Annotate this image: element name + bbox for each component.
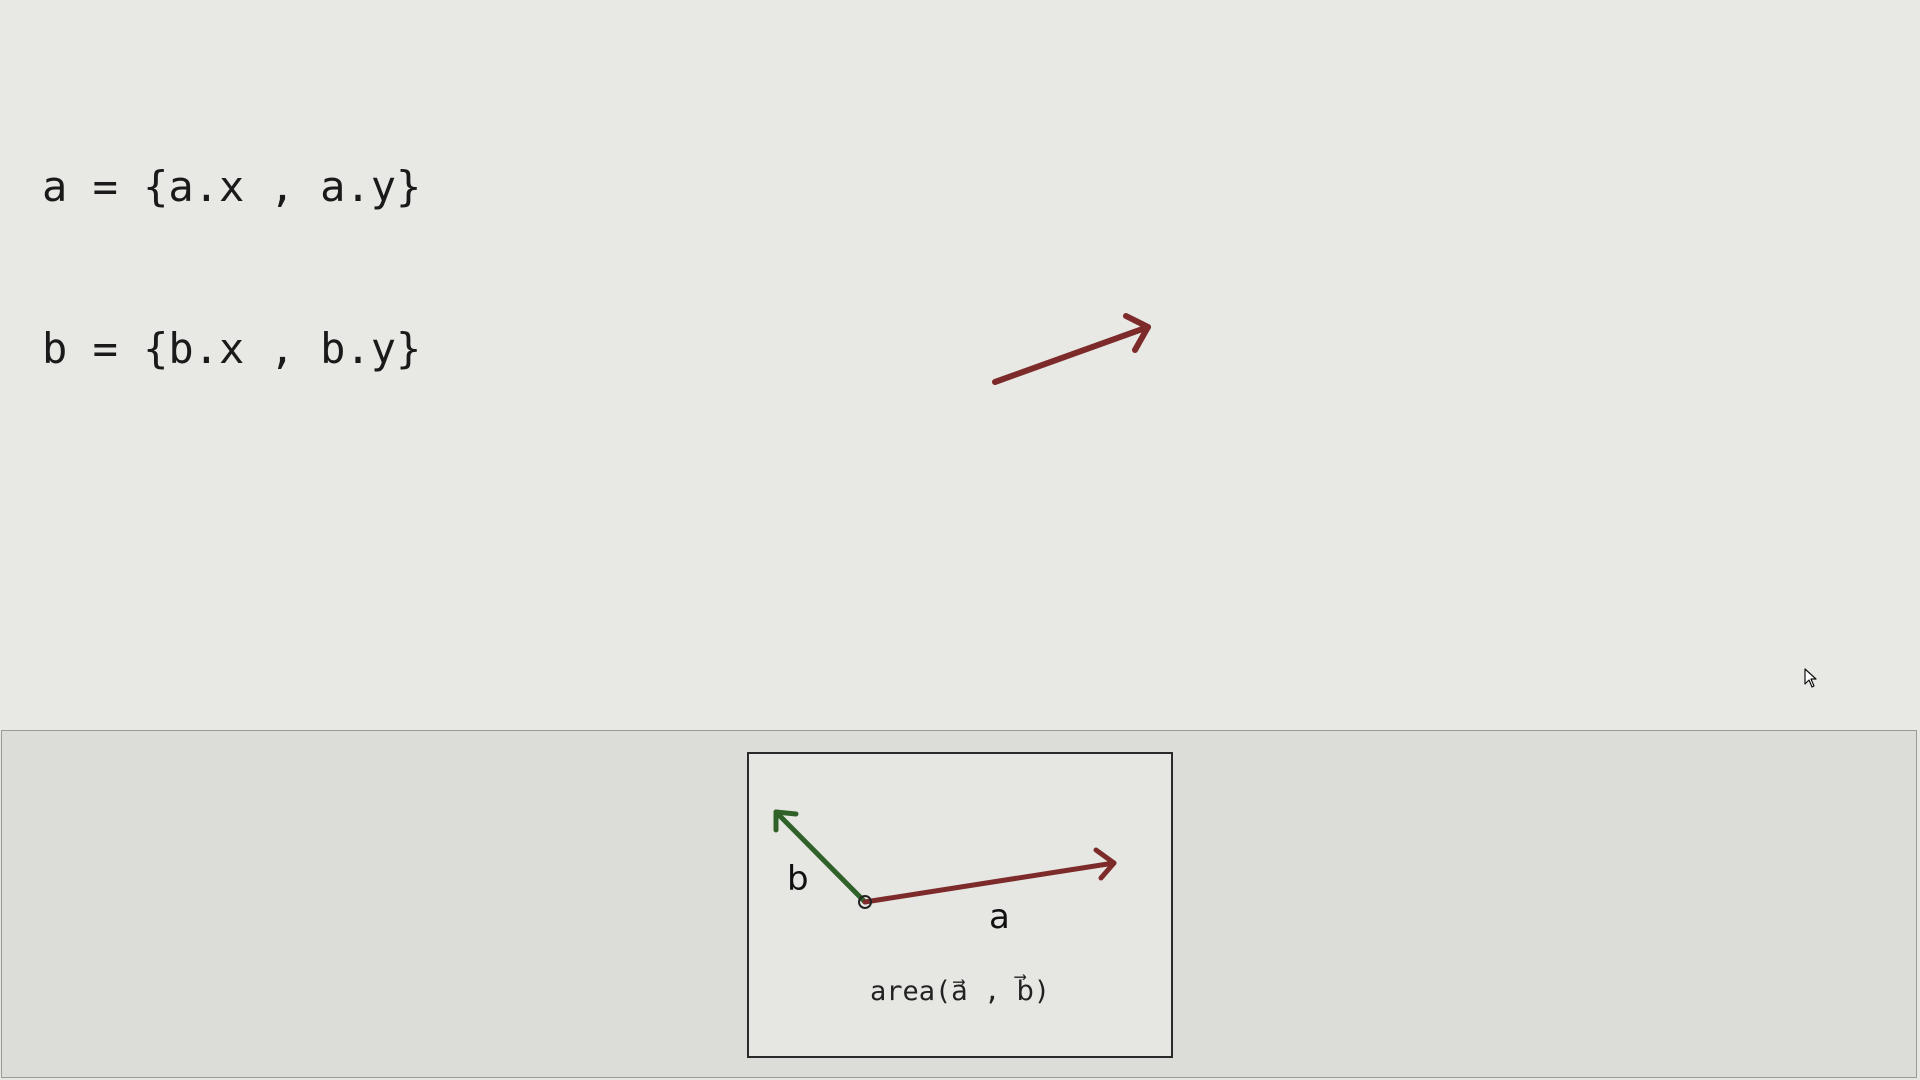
stage: a = {a.x , a.y} b = {b.x , b.y} b a area… xyxy=(0,0,1920,1080)
area-thumbnail-card[interactable]: b a area(a⃗ , b⃗) xyxy=(747,752,1173,1058)
thumbnail-vectors-svg xyxy=(773,809,1117,909)
vector-b-label: b xyxy=(787,859,809,899)
vector-a-arrow-thumbnail xyxy=(862,847,1117,905)
mouse-pointer-icon xyxy=(1804,668,1817,688)
main-vector-svg xyxy=(992,313,1151,385)
thumbnail-caption: area(a⃗ , b⃗) xyxy=(870,976,1050,1007)
vector-a-arrow xyxy=(992,313,1151,385)
vector-a-label: a xyxy=(989,897,1010,937)
main-canvas[interactable]: a = {a.x , a.y} b = {b.x , b.y} xyxy=(0,0,1920,730)
